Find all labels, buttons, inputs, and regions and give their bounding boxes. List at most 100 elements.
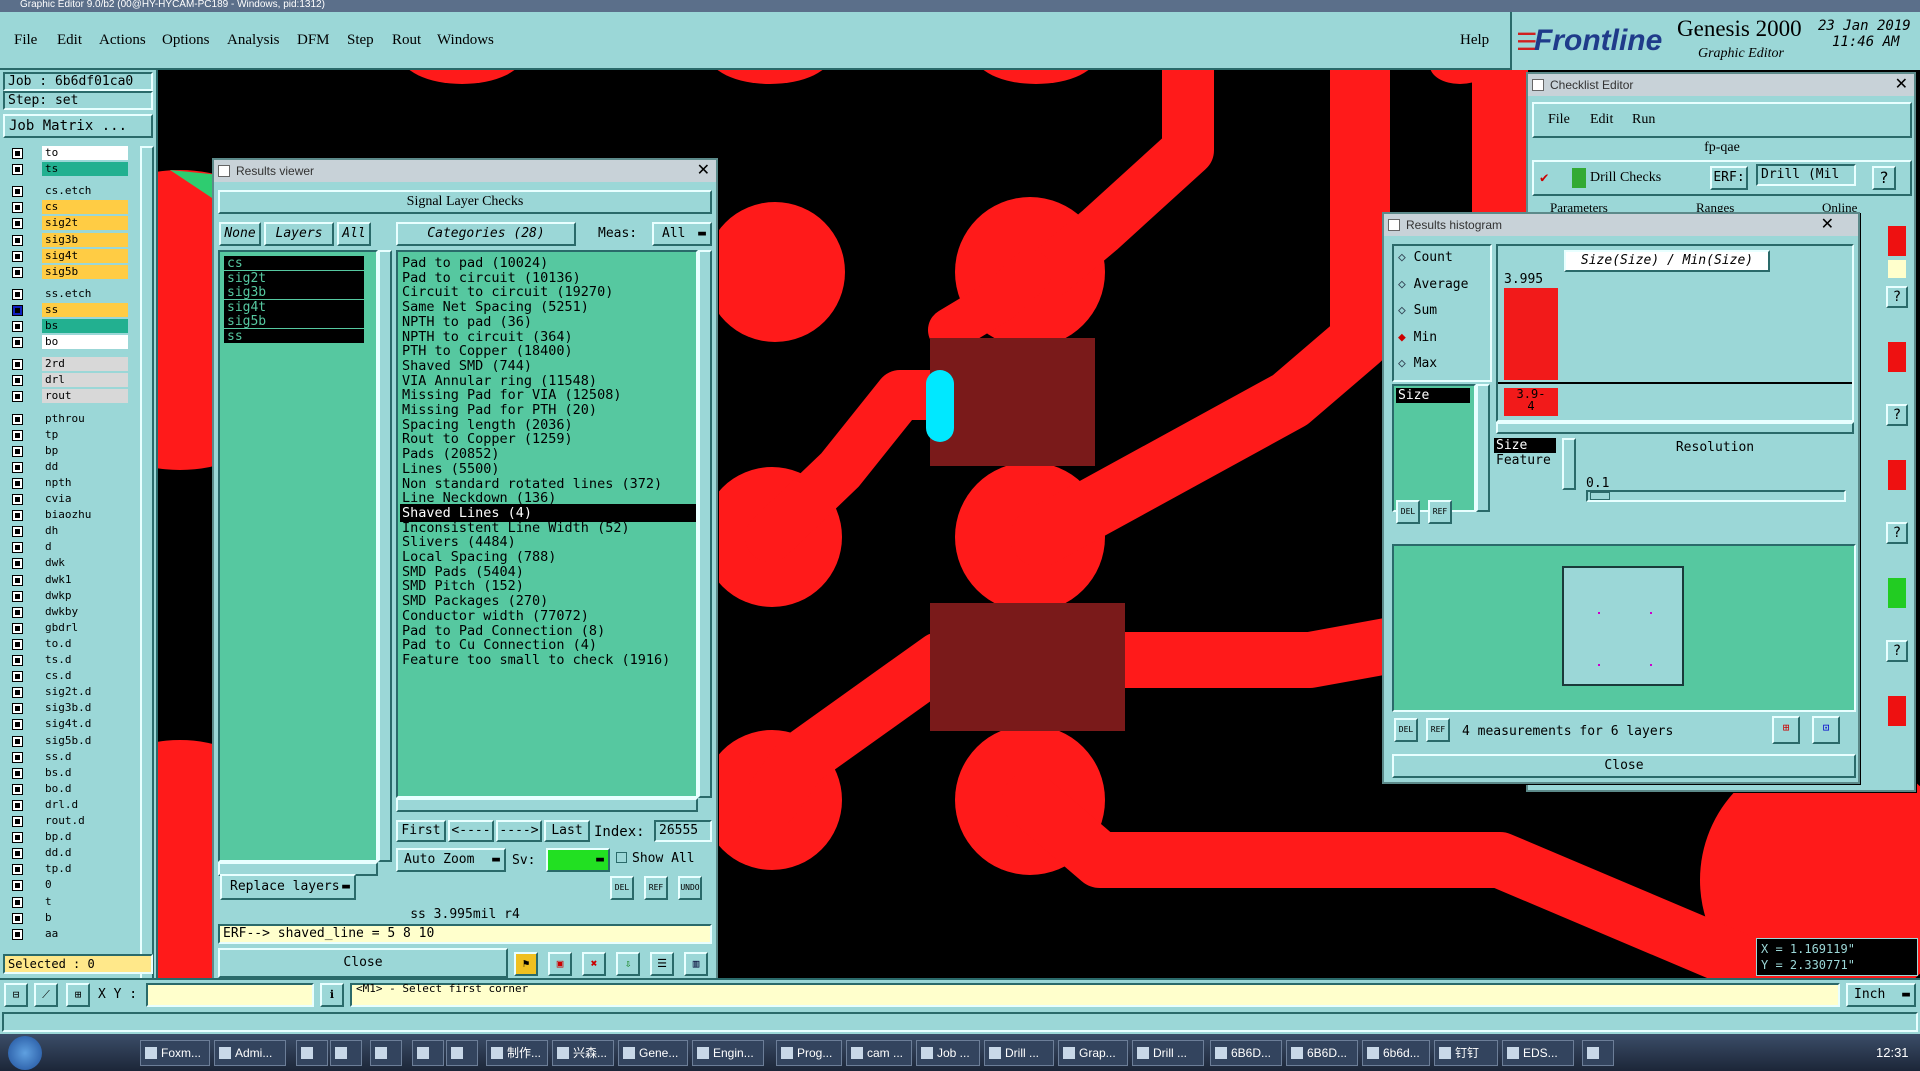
hist-del-button[interactable]: DEL (1396, 500, 1420, 524)
taskbar-item[interactable]: Drill ... (984, 1040, 1054, 1066)
select-icon[interactable]: ⊟ (4, 983, 28, 1007)
layer-row-cs-etch[interactable]: cs.etch (6, 184, 128, 199)
layer-name[interactable]: sig3b (42, 232, 128, 247)
radio-icon[interactable]: ◇ (1398, 303, 1414, 318)
checklist-menu-edit[interactable]: Edit (1590, 112, 1613, 128)
taskbar-item[interactable]: 兴森... (552, 1040, 614, 1066)
layer-checkbox[interactable] (12, 186, 23, 198)
layer-row-dh[interactable]: dh (6, 524, 128, 539)
layer-checkbox[interactable] (12, 912, 23, 924)
results-viewer-titlebar[interactable]: Results viewer ✕ (214, 160, 716, 182)
xy-input[interactable] (146, 983, 314, 1007)
layer-checkbox[interactable] (12, 703, 23, 715)
layer-name[interactable]: rout.d (42, 814, 128, 828)
layer-row-t[interactable]: t (6, 894, 128, 909)
layer-row-sig4t[interactable]: sig4t (6, 248, 128, 263)
none-button[interactable]: None (219, 222, 261, 246)
marker-icon[interactable]: ▣ (548, 952, 572, 976)
layer-name[interactable]: ss.d (42, 749, 128, 764)
layer-checkbox[interactable] (12, 202, 23, 214)
layer-row-dwk1[interactable]: dwk1 (6, 572, 128, 587)
layer-name[interactable]: ss.etch (42, 286, 128, 301)
first-button[interactable]: First (396, 820, 446, 842)
histogram-close-button[interactable]: Close (1392, 754, 1856, 778)
layer-name[interactable]: dd.d (42, 846, 128, 861)
layer-checkbox[interactable] (12, 494, 23, 505)
status-help-icon[interactable]: ? (1886, 640, 1908, 662)
layer-checkbox[interactable] (12, 751, 23, 763)
layer-name[interactable]: gbdrl (42, 620, 128, 635)
layer-name[interactable]: bo.d (42, 781, 128, 796)
layer-row-cvia[interactable]: cvia (6, 492, 128, 506)
menu-help[interactable]: Help (1460, 32, 1489, 49)
help-button[interactable]: ? (1872, 166, 1896, 190)
layer-name[interactable]: dh (42, 524, 128, 539)
layer-checkbox[interactable] (12, 391, 23, 403)
layer-row-tp-d[interactable]: tp.d (6, 862, 128, 877)
menu-windows[interactable]: Windows (437, 32, 494, 49)
zoom-to-icon[interactable]: ⊞ (1772, 716, 1800, 744)
rv-layer-item[interactable]: ss (224, 329, 364, 345)
layer-name[interactable]: aa (42, 926, 128, 941)
erf-value[interactable]: Drill (Mil (1756, 164, 1856, 186)
layer-name[interactable]: drl.d (42, 797, 128, 812)
measure-icon[interactable]: ⟋ (34, 983, 58, 1007)
taskbar-item[interactable]: 制作... (486, 1040, 548, 1066)
layer-checkbox[interactable] (12, 606, 23, 618)
layer-row-ss-etch[interactable]: ss.etch (6, 286, 128, 301)
layer-checkbox[interactable] (12, 445, 23, 457)
layer-checkbox[interactable] (12, 928, 23, 940)
layer-row-ss[interactable]: ss (6, 302, 128, 317)
taskbar-item[interactable]: Admi... (214, 1040, 286, 1066)
close-icon[interactable]: ✕ (697, 160, 710, 182)
meas-select[interactable]: All ▬ (652, 222, 712, 246)
layer-row-rout-d[interactable]: rout.d (6, 814, 128, 828)
taskbar-item[interactable]: 6B6D... (1286, 1040, 1358, 1066)
layer-name[interactable]: 0 (42, 878, 128, 893)
histogram-list[interactable]: Size (1392, 384, 1476, 512)
rv-layer-item[interactable]: cs (224, 256, 364, 272)
layer-row-to[interactable]: to (6, 146, 128, 160)
layer-row-dwkby[interactable]: dwkby (6, 604, 128, 619)
layer-row-ts-d[interactable]: ts.d (6, 653, 128, 667)
layer-row-aa[interactable]: aa (6, 926, 128, 941)
del-button[interactable]: DEL (610, 876, 634, 900)
units-select[interactable]: Inch ▬ (1846, 983, 1916, 1007)
layer-checkbox[interactable] (12, 848, 23, 860)
layer-checkbox[interactable] (12, 655, 23, 666)
radio-icon[interactable]: ◇ (1398, 250, 1414, 265)
layer-name[interactable]: sig3b.d (42, 701, 128, 716)
taskbar-item[interactable]: Foxm... (140, 1040, 210, 1066)
layer-row-sig2t[interactable]: sig2t (6, 216, 128, 231)
layer-row-sig2t-d[interactable]: sig2t.d (6, 685, 128, 700)
layer-row-cs-d[interactable]: cs.d (6, 669, 128, 684)
layer-name[interactable]: b (42, 910, 128, 925)
layer-name[interactable]: biaozhu (42, 508, 128, 523)
layer-name[interactable]: pthrou (42, 411, 128, 426)
layer-row-ss-d[interactable]: ss.d (6, 749, 128, 764)
checklist-menu-file[interactable]: File (1548, 112, 1570, 128)
layer-checkbox[interactable] (12, 288, 23, 300)
status-help-icon[interactable]: ? (1886, 522, 1908, 544)
layer-row-2rd[interactable]: 2rd (6, 357, 128, 372)
layer-name[interactable]: npth (42, 475, 128, 490)
layer-checkbox[interactable] (12, 477, 23, 489)
layer-name[interactable]: cs.etch (42, 184, 128, 199)
layer-name[interactable]: bs (42, 319, 128, 333)
layer-name[interactable]: to.d (42, 636, 128, 651)
layer-checkbox[interactable] (12, 719, 23, 731)
layer-name[interactable]: dd (42, 459, 128, 474)
layer-row-bp-d[interactable]: bp.d (6, 830, 128, 845)
layer-name[interactable]: dwkp (42, 588, 128, 603)
chart-hscrollbar[interactable] (1496, 422, 1854, 434)
next-button[interactable]: ----> (496, 820, 542, 842)
rv-layer-item[interactable]: sig2t (224, 270, 364, 287)
layer-row-sig5b-d[interactable]: sig5b.d (6, 733, 128, 748)
replace-layers-select[interactable]: Replace layers ▬ (220, 874, 356, 900)
layer-row-to-d[interactable]: to.d (6, 636, 128, 651)
layer-checkbox[interactable] (12, 375, 23, 387)
menu-analysis[interactable]: Analysis (227, 32, 280, 49)
status-help-icon[interactable]: ? (1886, 286, 1908, 308)
slider-thumb[interactable] (1590, 492, 1610, 500)
layer-checkbox[interactable] (12, 558, 23, 570)
